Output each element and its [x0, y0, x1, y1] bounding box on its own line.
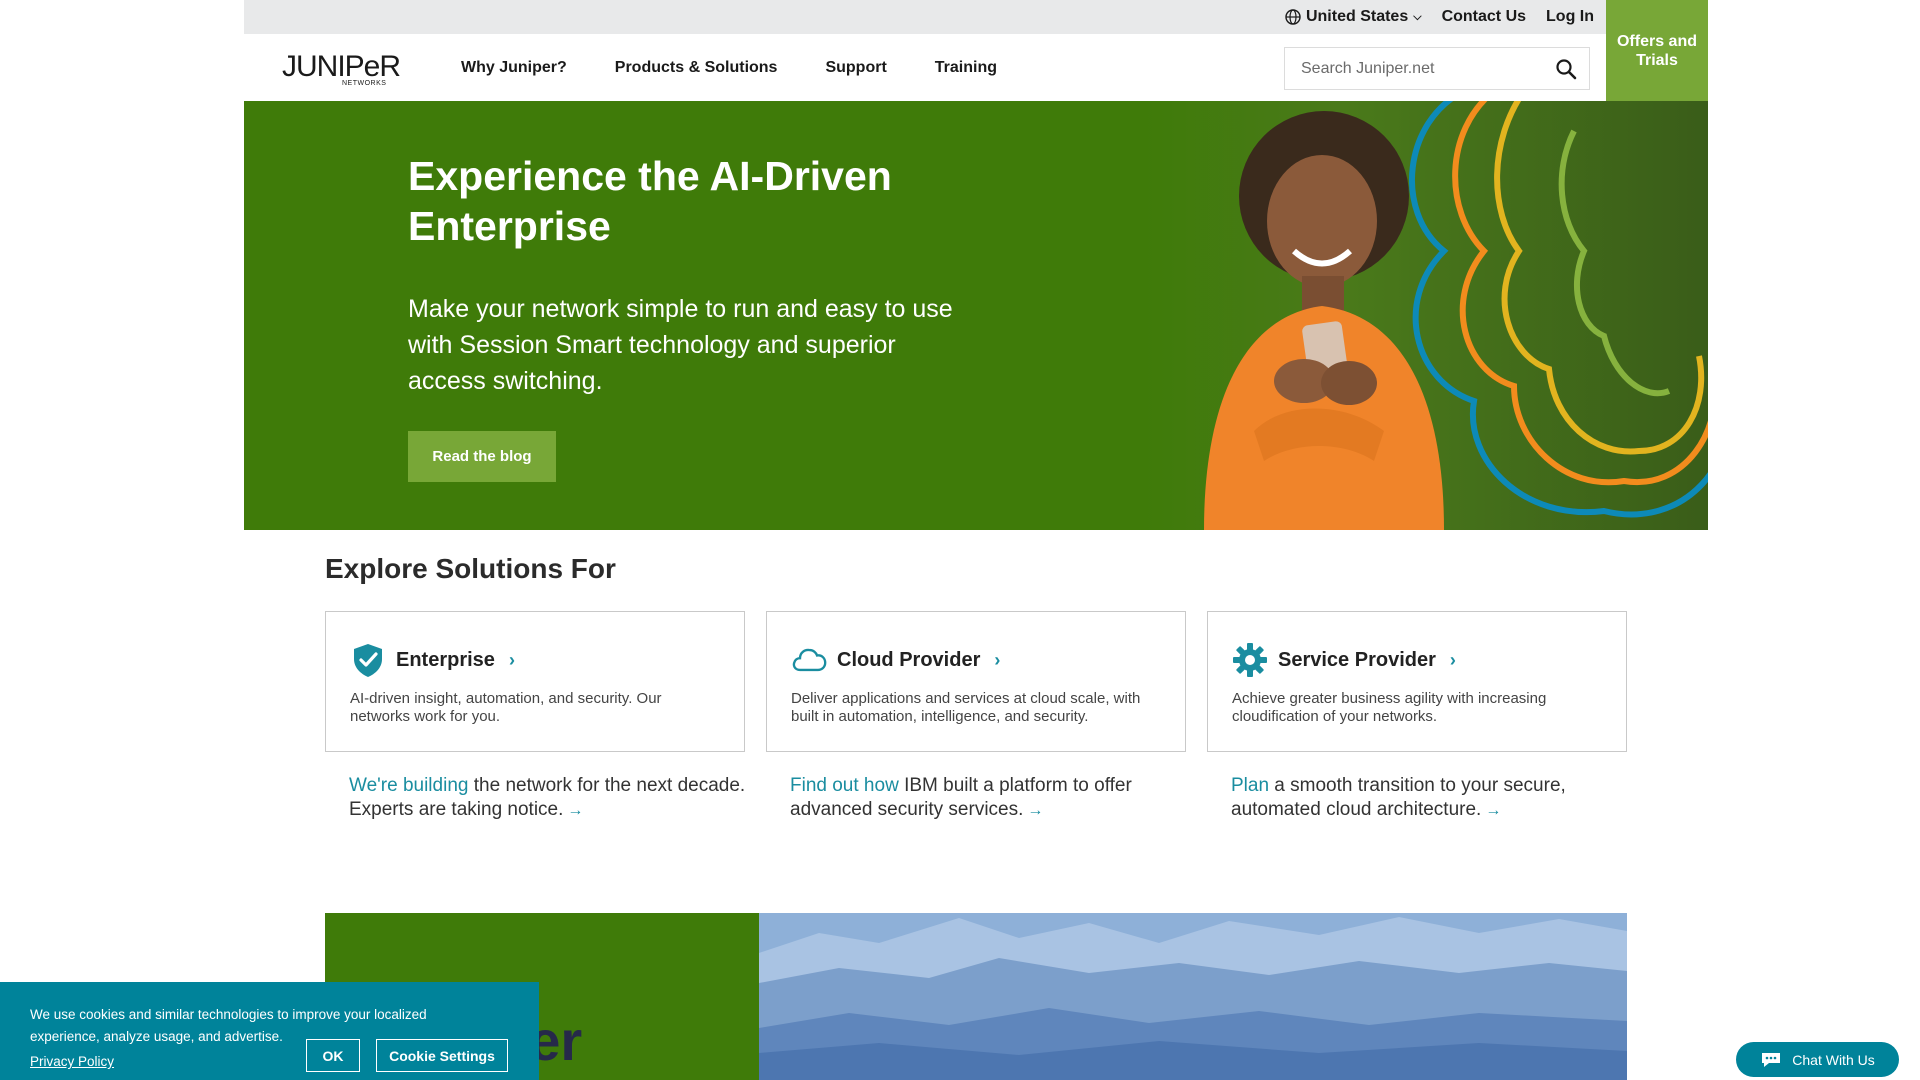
read-blog-button[interactable]: Read the blog [408, 431, 556, 482]
nav-training[interactable]: Training [935, 59, 997, 77]
main-nav: JUNIPeR NETWORKS Why Juniper? Products &… [244, 34, 1606, 101]
region-selector[interactable]: United States ⌵ [1285, 8, 1422, 26]
search-box [1284, 47, 1590, 90]
hero-subtitle: Make your network simple to run and easy… [408, 295, 953, 395]
nav-why-juniper[interactable]: Why Juniper? [461, 59, 567, 77]
contact-us-link[interactable]: Contact Us [1442, 8, 1526, 26]
login-link[interactable]: Log In [1546, 8, 1594, 26]
hero-woman-image [1144, 101, 1708, 530]
chevron-right-icon: › [508, 649, 515, 670]
card-service-title: Service Provider [1278, 648, 1436, 671]
arrow-right-icon[interactable]: → [567, 802, 583, 819]
card-cloud-title: Cloud Provider [837, 648, 981, 671]
cookie-ok-button[interactable]: OK [306, 1039, 360, 1072]
card-service-provider[interactable]: Service Provider › Achieve greater busin… [1207, 611, 1627, 752]
chevron-right-icon: › [994, 649, 1001, 670]
cookie-settings-button[interactable]: Cookie Settings [376, 1039, 508, 1072]
arrow-right-icon[interactable]: → [1027, 802, 1043, 819]
mountain-landscape-image [759, 913, 1627, 1080]
globe-icon [1285, 9, 1301, 25]
chevron-down-icon: ⌵ [1413, 10, 1422, 23]
page: United States ⌵ Contact Us Log In Offers… [244, 0, 1708, 1080]
offers-and-trials-button[interactable]: Offers and Trials [1606, 0, 1708, 101]
card-cloud-provider[interactable]: Cloud Provider › Deliver applications an… [766, 611, 1186, 752]
card-cloud-desc: Deliver applications and services at clo… [791, 690, 1141, 725]
card-service-desc: Achieve greater business agility with in… [1232, 690, 1547, 725]
search-input[interactable] [1301, 59, 1541, 78]
cloud-icon [792, 648, 827, 672]
promo-link[interactable]: We're building [349, 775, 468, 796]
chevron-right-icon: › [1449, 649, 1456, 670]
nav-products-solutions[interactable]: Products & Solutions [615, 59, 778, 77]
hero-title: Experience the AI-Driven Enterprise [408, 153, 892, 249]
explore-solutions-title: Explore Solutions For [325, 553, 616, 584]
promo-service: Plan a smooth transition to your secure,… [1231, 774, 1631, 823]
utility-bar: United States ⌵ Contact Us Log In [244, 0, 1606, 34]
promo-text: a smooth transition to your secure, auto… [1231, 775, 1566, 820]
search-icon[interactable] [1555, 58, 1577, 80]
svg-text:NETWORKS: NETWORKS [342, 80, 386, 87]
nav-support[interactable]: Support [825, 59, 886, 77]
svg-text:JUNIPeR: JUNIPeR [282, 50, 400, 83]
chat-bubble-icon [1762, 1052, 1781, 1067]
gear-icon [1233, 643, 1267, 677]
shield-check-icon [354, 644, 382, 677]
promo-enterprise: We're building the network for the next … [349, 774, 749, 823]
promo-link[interactable]: Find out how [790, 775, 899, 796]
card-enterprise[interactable]: Enterprise › AI-driven insight, automati… [325, 611, 745, 752]
cookie-banner: We use cookies and similar technologies … [0, 982, 539, 1080]
juniper-logo[interactable]: JUNIPeR NETWORKS [282, 48, 408, 88]
card-enterprise-title: Enterprise [396, 648, 495, 671]
promo-link[interactable]: Plan [1231, 775, 1269, 796]
hero-banner: Experience the AI-Driven Enterprise Make… [244, 101, 1708, 530]
chat-with-us-button[interactable]: Chat With Us [1736, 1042, 1899, 1077]
chat-label: Chat With Us [1792, 1051, 1875, 1068]
promo-cloud: Find out how IBM built a platform to off… [790, 774, 1190, 823]
card-enterprise-desc: AI-driven insight, automation, and secur… [350, 690, 662, 725]
arrow-right-icon[interactable]: → [1485, 802, 1501, 819]
region-label: United States [1305, 8, 1409, 25]
privacy-policy-link[interactable]: Privacy Policy [30, 1054, 114, 1069]
